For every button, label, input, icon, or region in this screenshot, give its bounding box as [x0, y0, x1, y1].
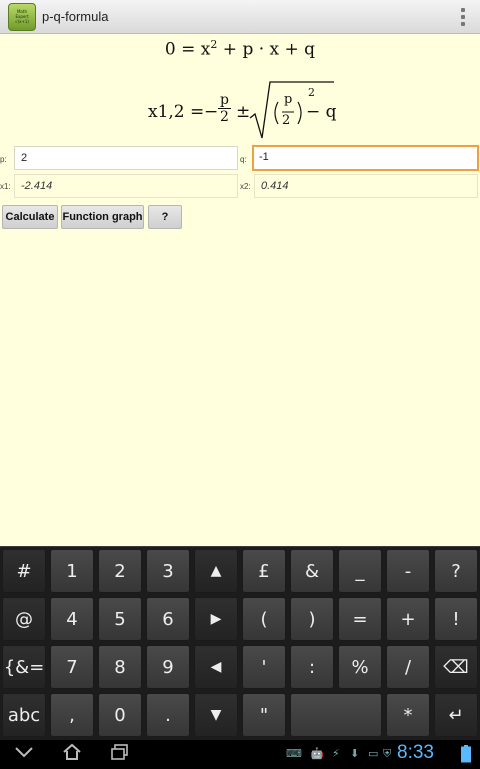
app-icon[interactable]: Math Expert √(x+1) [8, 2, 36, 31]
q-label: q: [240, 155, 247, 164]
soft-keyboard: # 1 2 3 ▲ £ & _ - ? @ 4 5 6 ▶ ( ) = + ! … [0, 546, 480, 740]
key-close-paren[interactable]: ) [290, 597, 334, 641]
x1-result: -2.414 [14, 174, 238, 198]
android-debug-icon: 🤖 [310, 747, 324, 760]
key-percent[interactable]: % [338, 645, 382, 689]
key-8[interactable]: 8 [98, 645, 142, 689]
key-underscore[interactable]: _ [338, 549, 382, 593]
key-minus[interactable]: - [386, 549, 430, 593]
key-question[interactable]: ? [434, 549, 478, 593]
key-double-quote[interactable]: " [242, 693, 286, 737]
key-up-arrow[interactable]: ▲ [194, 549, 238, 593]
shield-icon: ⛨ [383, 747, 392, 760]
status-clock: 8:33 [397, 742, 434, 763]
keyboard-status-icon: ⌨ [286, 747, 302, 760]
main-content: 0 = x2 + p · x + q x1,2 = − p 2 ± p 2 2 … [0, 34, 480, 546]
key-down-arrow[interactable]: ▼ [194, 693, 238, 737]
enter-icon[interactable]: ↵ [434, 693, 478, 737]
key-colon[interactable]: : [290, 645, 334, 689]
key-slash[interactable]: / [386, 645, 430, 689]
key-open-paren[interactable]: ( [242, 597, 286, 641]
key-hash[interactable]: # [2, 549, 46, 593]
key-0[interactable]: 0 [98, 693, 142, 737]
q-input[interactable]: -1 [252, 145, 479, 171]
usb-icon: ⚡ [332, 747, 340, 760]
app-title: p-q-formula [42, 9, 109, 24]
help-button[interactable]: ? [148, 205, 182, 229]
function-graph-button[interactable]: Function graph [61, 205, 144, 229]
key-pound[interactable]: £ [242, 549, 286, 593]
backspace-icon[interactable]: ⌫ [434, 645, 478, 689]
key-5[interactable]: 5 [98, 597, 142, 641]
key-exclamation[interactable]: ! [434, 597, 478, 641]
key-plus[interactable]: + [386, 597, 430, 641]
home-icon[interactable] [62, 743, 82, 761]
x1-label: x1: [0, 182, 11, 191]
p-label: p: [0, 155, 7, 164]
key-space[interactable] [290, 693, 382, 737]
key-ampersand[interactable]: & [290, 549, 334, 593]
back-icon[interactable] [14, 746, 34, 758]
p-input[interactable]: 2 [14, 146, 238, 170]
key-abc[interactable]: abc [2, 693, 46, 737]
key-comma[interactable]: , [50, 693, 94, 737]
calculate-button[interactable]: Calculate [2, 205, 58, 229]
key-asterisk[interactable]: * [386, 693, 430, 737]
key-6[interactable]: 6 [146, 597, 190, 641]
x2-label: x2: [240, 182, 251, 191]
key-3[interactable]: 3 [146, 549, 190, 593]
key-right-arrow[interactable]: ▶ [194, 597, 238, 641]
action-bar: Math Expert √(x+1) p-q-formula [0, 0, 480, 34]
key-left-arrow[interactable]: ◀ [194, 645, 238, 689]
key-equals[interactable]: = [338, 597, 382, 641]
battery-icon [461, 745, 471, 763]
recent-apps-icon[interactable] [110, 743, 130, 761]
key-1[interactable]: 1 [50, 549, 94, 593]
key-apostrophe[interactable]: ' [242, 645, 286, 689]
key-7[interactable]: 7 [50, 645, 94, 689]
key-at[interactable]: @ [2, 597, 46, 641]
sd-card-icon: ▭ [368, 747, 379, 760]
key-symbols[interactable]: {&= [2, 645, 46, 689]
key-period[interactable]: . [146, 693, 190, 737]
download-icon: ⬇ [350, 747, 360, 760]
solution-formula: x1,2 = − p 2 ± p 2 2 − q [148, 80, 348, 142]
key-4[interactable]: 4 [50, 597, 94, 641]
equation-formula: 0 = x2 + p · x + q [164, 38, 316, 60]
key-2[interactable]: 2 [98, 549, 142, 593]
x2-result: 0.414 [254, 174, 478, 198]
overflow-menu-icon[interactable] [460, 8, 466, 26]
key-9[interactable]: 9 [146, 645, 190, 689]
